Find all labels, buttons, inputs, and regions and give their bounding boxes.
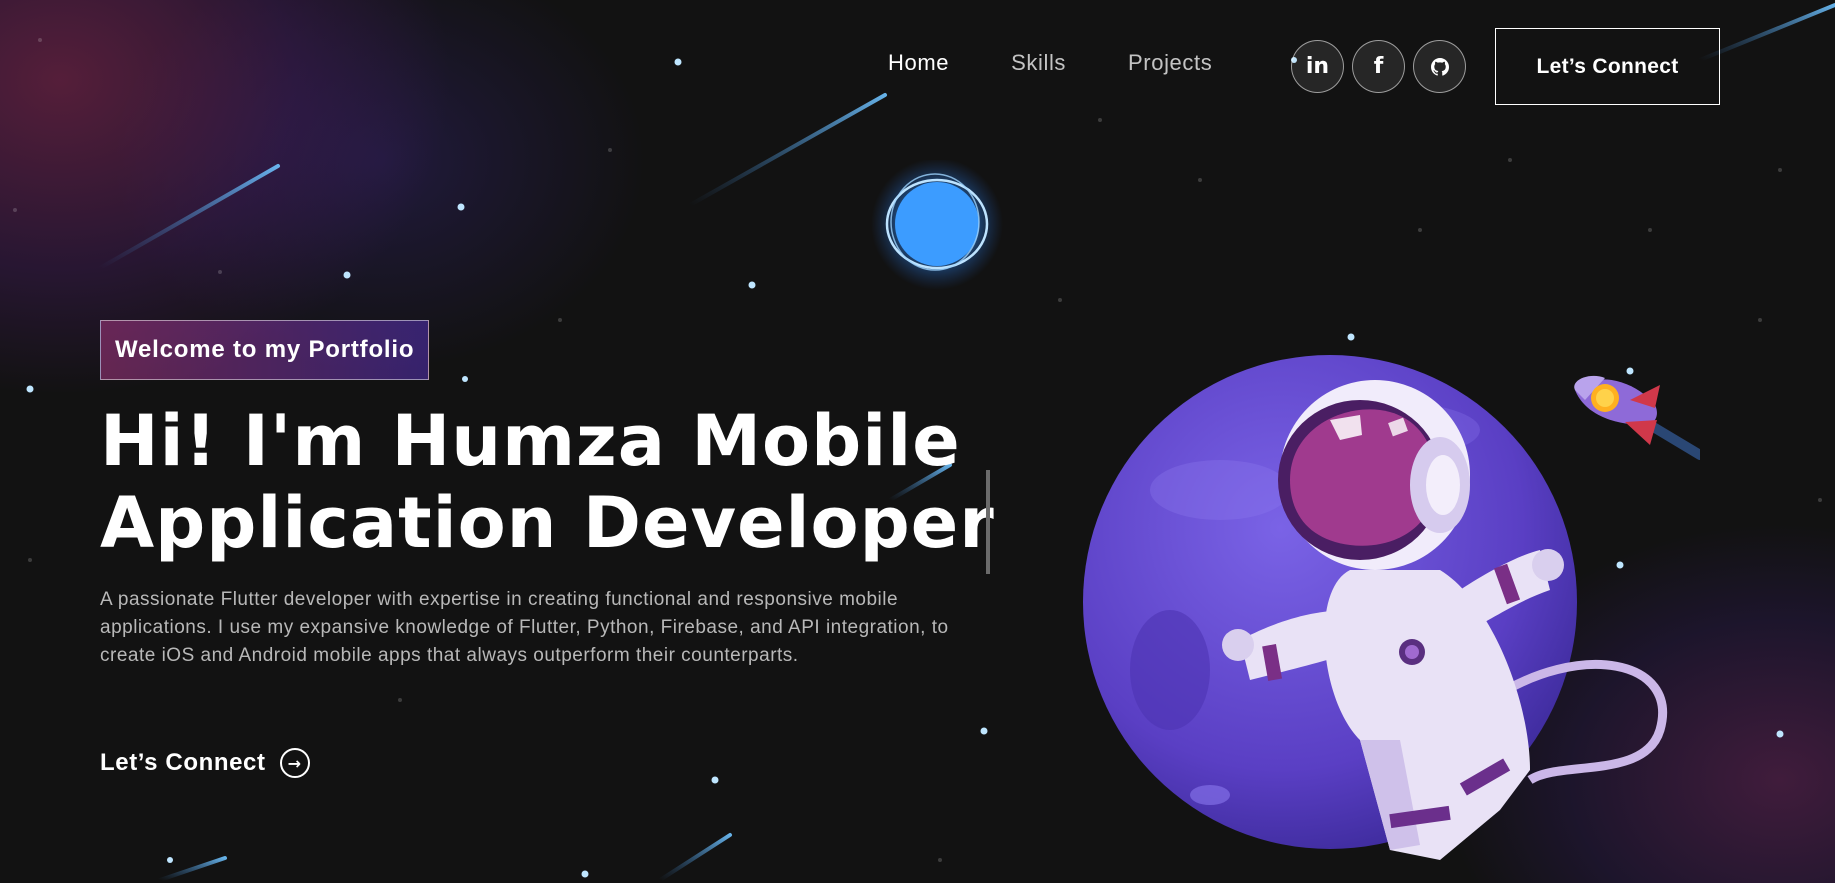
welcome-tagline: Welcome to my Portfolio	[100, 320, 430, 380]
arrow-right-circle-icon: →	[279, 748, 310, 778]
social-icons: in f	[1291, 40, 1466, 93]
linkedin-icon: in	[1305, 54, 1330, 79]
hero-title-line-1: Hi! I'm Humza Mobile	[100, 400, 961, 482]
lets-connect-hero-button[interactable]: Let’s Connect →	[100, 748, 310, 778]
facebook-icon: f	[1373, 54, 1384, 79]
glowing-orb-illustration	[871, 160, 1003, 290]
nav-link-skills[interactable]: Skills	[1011, 50, 1066, 76]
main-nav: Home Skills Projects	[888, 50, 1274, 76]
facebook-button[interactable]: f	[1352, 40, 1405, 93]
nav-link-projects[interactable]: Projects	[1128, 50, 1212, 76]
linkedin-button[interactable]: in	[1291, 40, 1344, 93]
hero-title-line-2: Application Developer	[100, 482, 995, 564]
hero-description: A passionate Flutter developer with expe…	[100, 589, 949, 666]
rocket-illustration	[1574, 375, 1700, 460]
github-button[interactable]	[1413, 40, 1466, 93]
typing-cursor	[986, 470, 990, 574]
lets-connect-nav-button[interactable]: Let’s Connect	[1495, 28, 1720, 105]
nav-link-home[interactable]: Home	[888, 50, 949, 76]
github-icon	[1430, 57, 1449, 76]
hero-cta-label: Let’s Connect	[100, 749, 266, 776]
hero-title: Hi! I'm Humza Mobile Application Develop…	[100, 400, 1000, 564]
